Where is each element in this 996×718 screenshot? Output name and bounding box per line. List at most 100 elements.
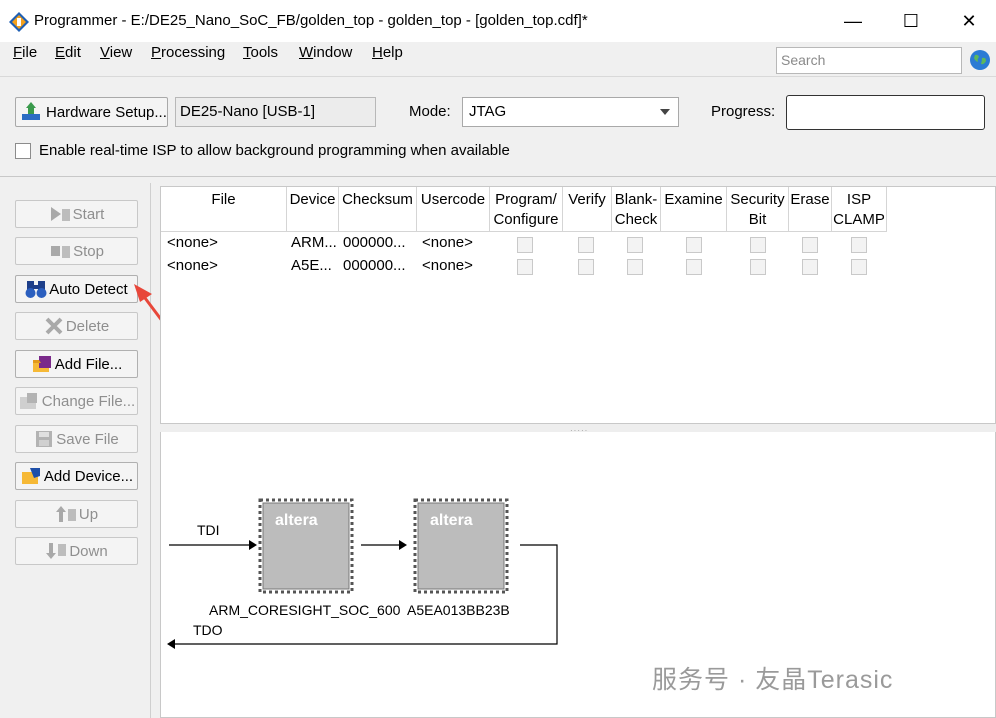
tdo-arrowhead — [167, 639, 175, 649]
col-program-line2: Configure — [493, 211, 559, 228]
row1-blank-check-checkbox[interactable] — [627, 237, 643, 253]
stop-button[interactable]: Stop — [15, 237, 138, 265]
row1-erase-checkbox[interactable] — [802, 237, 818, 253]
menu-window[interactable]: Window — [299, 44, 352, 61]
menu-file[interactable]: File — [13, 44, 37, 61]
row2-program-checkbox[interactable] — [517, 259, 533, 275]
add-device-button[interactable]: Add Device... — [15, 462, 138, 490]
col-checksum[interactable]: Checksum — [339, 187, 417, 232]
start-button[interactable]: Start — [15, 200, 138, 228]
close-button[interactable]: ✕ — [946, 6, 992, 36]
chevron-down-icon — [660, 109, 670, 115]
col-verify[interactable]: Verify — [563, 187, 612, 232]
progress-bar — [786, 95, 985, 130]
progress-label: Progress: — [711, 103, 776, 120]
isp-checkbox[interactable] — [15, 143, 31, 159]
start-label: Start — [72, 205, 105, 223]
stop-label: Stop — [73, 242, 104, 260]
row2-checksum: 000000... — [343, 257, 406, 274]
row1-verify-checkbox[interactable] — [578, 237, 594, 253]
add-device-label: Add Device... — [43, 467, 134, 485]
menu-view[interactable]: View — [100, 44, 132, 61]
row2-erase-checkbox[interactable] — [802, 259, 818, 275]
add-file-icon — [32, 356, 51, 372]
change-file-icon — [19, 393, 37, 409]
col-file[interactable]: File — [161, 187, 287, 232]
up-button[interactable]: Up — [15, 500, 138, 528]
menu-processing-label: rocessing — [161, 44, 226, 61]
row1-checksum: 000000... — [343, 234, 406, 251]
menu-help[interactable]: Help — [372, 44, 403, 61]
menu-processing-mnemonic: P — [151, 44, 162, 61]
col-blank-line2: Check — [614, 211, 658, 228]
mode-value: JTAG — [469, 103, 507, 120]
device-table: File Device Checksum Usercode Program/Co… — [160, 186, 996, 424]
device-2-name[interactable]: A5EA013BB23B — [407, 602, 510, 618]
row2-usercode: <none> — [422, 257, 473, 274]
down-label: Down — [69, 542, 108, 560]
col-usercode[interactable]: Usercode — [417, 187, 490, 232]
row1-program-checkbox[interactable] — [517, 237, 533, 253]
save-file-button[interactable]: Save File — [15, 425, 138, 453]
start-icon — [50, 207, 70, 221]
col-blank-check[interactable]: Blank- Check — [612, 187, 661, 232]
row2-examine-checkbox[interactable] — [686, 259, 702, 275]
menu-edit[interactable]: Edit — [55, 44, 81, 61]
menu-file-mnemonic: F — [13, 44, 23, 61]
col-program-configure[interactable]: Program/Configure — [490, 187, 563, 232]
mode-select[interactable]: JTAG — [462, 97, 679, 127]
binoculars-icon — [25, 281, 47, 298]
col-security-bit[interactable]: Security Bit — [727, 187, 789, 232]
col-usercode-line1: Usercode — [420, 191, 486, 208]
watermark-text: 服务号 · 友晶Terasic — [652, 666, 894, 694]
toolbar-divider — [0, 76, 996, 77]
mode-label: Mode: — [409, 103, 451, 120]
save-icon — [36, 431, 53, 447]
row2-blank-check-checkbox[interactable] — [627, 259, 643, 275]
col-examine[interactable]: Examine — [661, 187, 727, 232]
menu-window-mnemonic: W — [299, 44, 314, 61]
row1-security-checkbox[interactable] — [750, 237, 766, 253]
row1-examine-checkbox[interactable] — [686, 237, 702, 253]
menu-file-label: ile — [22, 44, 38, 61]
menu-tools[interactable]: Tools — [243, 44, 278, 61]
search-input[interactable]: Search — [776, 47, 962, 74]
row2-isp-clamp-checkbox[interactable] — [851, 259, 867, 275]
isp-label: Enable real-time ISP to allow background… — [39, 142, 510, 159]
quartus-app-icon — [9, 12, 29, 32]
col-verify-line1: Verify — [568, 191, 606, 208]
minimize-button[interactable]: — — [830, 6, 876, 36]
col-erase-line1: Erase — [790, 191, 830, 208]
col-erase[interactable]: Erase — [789, 187, 832, 232]
tdo-label: TDO — [193, 622, 223, 638]
menu-window-label: indow — [313, 44, 353, 61]
device-1-name[interactable]: ARM_CORESIGHT_SOC_600 — [209, 602, 400, 618]
menu-tools-mnemonic: T — [243, 44, 251, 61]
menu-processing[interactable]: Processing — [151, 44, 225, 61]
title-bar: Programmer - E:/DE25_Nano_SoC_FB/golden_… — [0, 0, 996, 42]
col-isp-line2: CLAMP — [833, 211, 885, 228]
col-blank-line1: Blank- — [614, 191, 658, 208]
hardware-setup-icon — [22, 102, 40, 120]
window-title: Programmer - E:/DE25_Nano_SoC_FB/golden_… — [34, 12, 588, 29]
row1-isp-clamp-checkbox[interactable] — [851, 237, 867, 253]
down-button[interactable]: Down — [15, 537, 138, 565]
menu-view-mnemonic: V — [100, 44, 110, 61]
row2-file[interactable]: <none> — [167, 257, 218, 274]
hardware-setup-button[interactable]: Hardware Setup... — [15, 97, 168, 127]
col-device[interactable]: Device — [287, 187, 339, 232]
col-checksum-line1: Checksum — [342, 191, 413, 208]
add-file-label: Add File... — [54, 355, 123, 373]
add-device-icon — [21, 468, 40, 484]
chip-2-logo: altera — [430, 512, 473, 529]
globe-icon[interactable] — [969, 49, 991, 71]
row1-usercode: <none> — [422, 234, 473, 251]
stop-icon — [51, 246, 71, 258]
menu-help-label: elp — [382, 44, 403, 61]
menu-help-mnemonic: H — [372, 44, 383, 61]
row1-file[interactable]: <none> — [167, 234, 218, 251]
row2-security-checkbox[interactable] — [750, 259, 766, 275]
row2-verify-checkbox[interactable] — [578, 259, 594, 275]
col-isp-clamp[interactable]: ISP CLAMP — [832, 187, 887, 232]
maximize-button[interactable]: ☐ — [888, 6, 934, 36]
